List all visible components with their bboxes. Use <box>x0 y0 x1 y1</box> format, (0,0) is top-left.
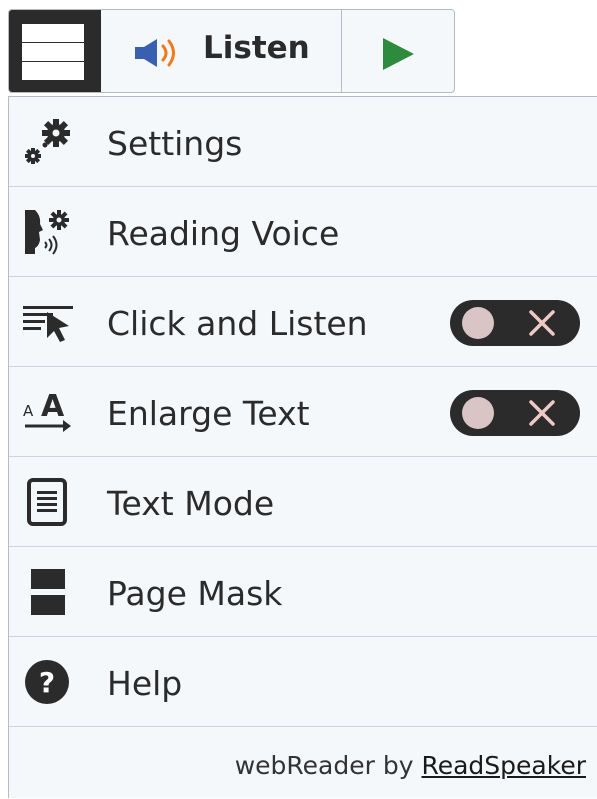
menu-item-label: Click and Listen <box>107 304 368 343</box>
click-and-listen-toggle[interactable] <box>450 300 580 346</box>
enlarge-text-icon: A A <box>23 389 71 432</box>
menu-item-page-mask[interactable]: Page Mask <box>9 547 597 637</box>
menu-item-label: Settings <box>107 124 243 163</box>
menu-item-reading-voice[interactable]: Reading Voice <box>9 187 597 277</box>
footer-prefix: webReader by <box>234 751 414 780</box>
readspeaker-link[interactable]: ReadSpeaker <box>421 751 586 780</box>
toggle-off-icon <box>529 310 555 336</box>
menu-button[interactable] <box>9 10 101 92</box>
menu-item-label: Reading Voice <box>107 214 340 253</box>
listen-label: Listen <box>203 30 310 66</box>
text-mode-icon <box>27 478 67 526</box>
svg-text:A: A <box>41 389 65 424</box>
listen-button[interactable]: Listen <box>117 10 343 92</box>
toggle-off-icon <box>529 400 555 426</box>
menu-item-label: Help <box>107 664 183 703</box>
menu-item-help[interactable]: ? Help <box>9 637 597 727</box>
speaker-icon <box>135 39 175 67</box>
footer-text: webReader by ReadSpeaker <box>235 751 586 780</box>
webreader-toolbar: Listen <box>8 9 455 93</box>
menu-item-label: Page Mask <box>107 574 283 613</box>
gear-icon <box>25 119 70 164</box>
menu-item-text-mode[interactable]: Text Mode <box>9 457 597 547</box>
click-listen-icon <box>23 306 73 342</box>
menu-item-settings[interactable]: Settings <box>9 97 597 187</box>
toggle-knob <box>462 397 494 429</box>
menu-item-click-and-listen[interactable]: Click and Listen <box>9 277 597 367</box>
voice-settings-icon <box>25 210 69 255</box>
play-icon <box>383 38 414 70</box>
menu-item-label: Enlarge Text <box>107 394 310 433</box>
menu-panel: Settings Reading Voice Click and Listen … <box>8 96 597 798</box>
footer: webReader by ReadSpeaker <box>9 729 590 799</box>
svg-text:A: A <box>23 402 34 420</box>
toggle-knob <box>462 307 494 339</box>
play-button[interactable] <box>342 10 454 92</box>
menu-item-label: Text Mode <box>107 484 275 523</box>
enlarge-text-toggle[interactable] <box>450 390 580 436</box>
page-mask-icon <box>31 569 65 615</box>
svg-text:?: ? <box>39 666 55 699</box>
help-icon: ? <box>25 660 69 704</box>
menu-item-enlarge-text[interactable]: A A Enlarge Text <box>9 367 597 457</box>
